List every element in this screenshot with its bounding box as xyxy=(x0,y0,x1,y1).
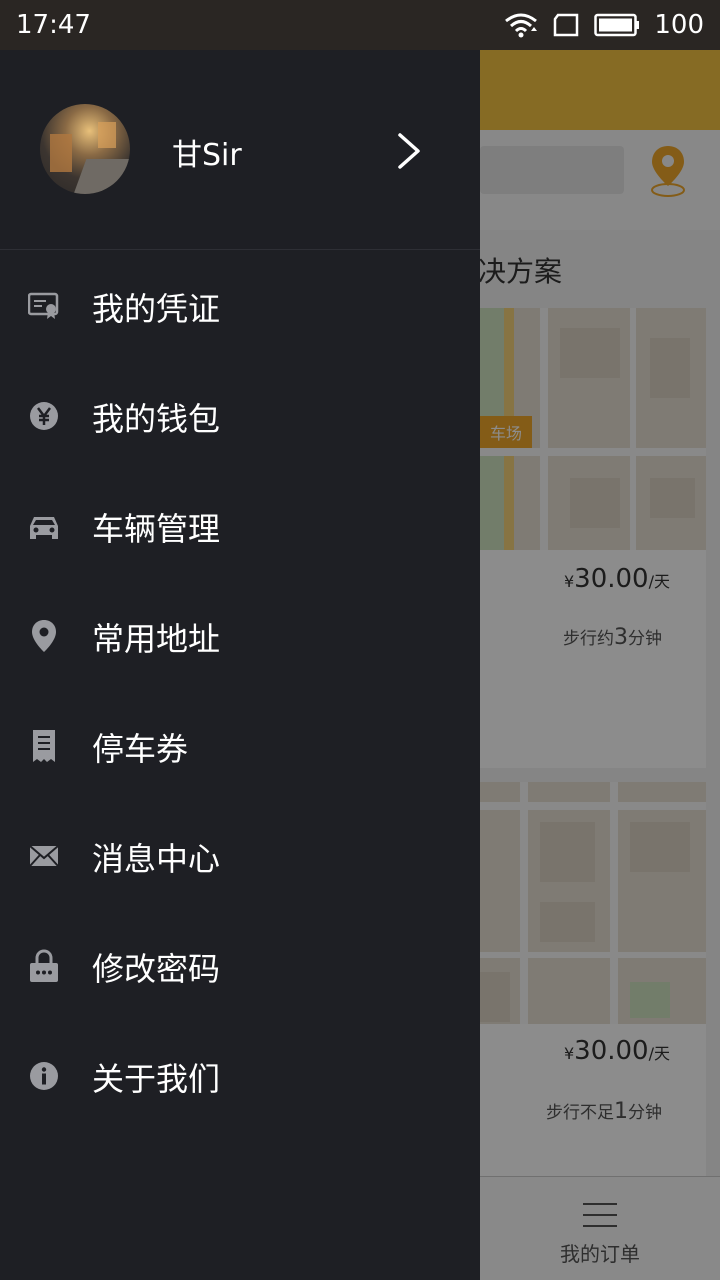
menu-item-wallet[interactable]: 我的钱包 xyxy=(0,362,480,472)
receipt-icon xyxy=(28,730,60,762)
lock-icon xyxy=(28,949,60,982)
menu-item-label: 消息中心 xyxy=(92,840,221,878)
info-icon xyxy=(28,1060,60,1092)
location-pin-icon xyxy=(28,620,60,652)
status-time: 17:47 xyxy=(16,10,91,40)
menu-item-label: 我的凭证 xyxy=(92,290,221,328)
yuan-coin-icon xyxy=(28,400,60,432)
battery-level: 100 xyxy=(654,10,704,40)
chevron-right-icon[interactable] xyxy=(396,132,422,170)
menu-item-messages[interactable]: 消息中心 xyxy=(0,802,480,912)
menu-item-password[interactable]: 修改密码 xyxy=(0,912,480,1022)
profile-header[interactable]: 甘Sir xyxy=(0,50,480,250)
avatar[interactable] xyxy=(40,104,130,194)
menu-item-label: 常用地址 xyxy=(92,620,221,658)
sim-card-icon xyxy=(554,13,579,37)
wifi-icon xyxy=(505,13,538,38)
menu-item-coupons[interactable]: 停车券 xyxy=(0,692,480,802)
menu-item-addresses[interactable]: 常用地址 xyxy=(0,582,480,692)
menu-item-label: 停车券 xyxy=(92,730,189,768)
mail-icon xyxy=(28,840,60,872)
car-icon xyxy=(28,510,60,542)
drawer-menu: 我的凭证 我的钱包 车辆管理 常用地址 停车券 消息中心 修改密码 关于我们 xyxy=(0,252,480,1132)
navigation-drawer: 甘Sir 我的凭证 我的钱包 车辆管理 常用地址 停车券 消息中心 修改密码 关… xyxy=(0,50,480,1280)
menu-item-label: 车辆管理 xyxy=(92,510,221,548)
certificate-icon xyxy=(28,290,60,322)
menu-item-label: 我的钱包 xyxy=(92,400,221,438)
menu-item-credentials[interactable]: 我的凭证 xyxy=(0,252,480,362)
status-bar: 17:47 100 xyxy=(0,0,720,50)
menu-item-label: 关于我们 xyxy=(92,1060,221,1098)
menu-item-about[interactable]: 关于我们 xyxy=(0,1022,480,1132)
menu-item-vehicles[interactable]: 车辆管理 xyxy=(0,472,480,582)
user-name: 甘Sir xyxy=(172,138,242,173)
menu-item-label: 修改密码 xyxy=(92,950,221,988)
battery-icon xyxy=(594,13,640,37)
